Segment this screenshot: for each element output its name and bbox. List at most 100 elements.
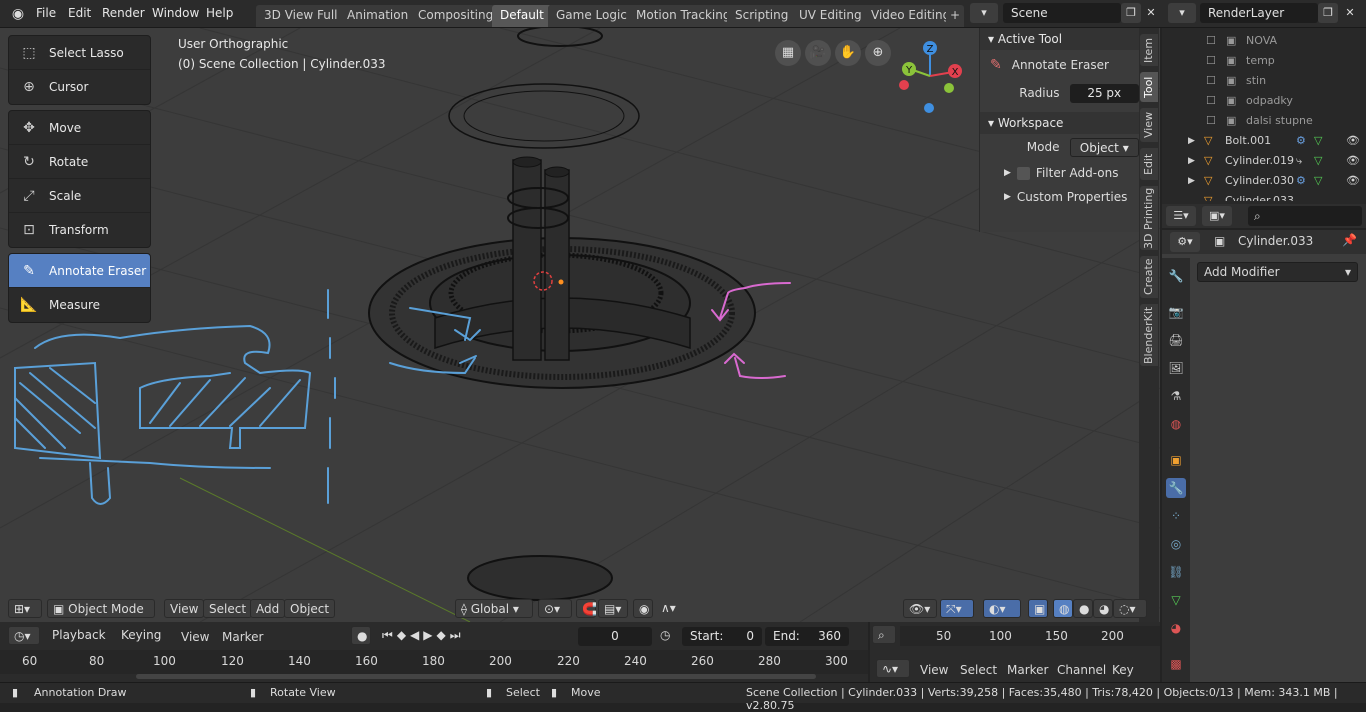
tab-3d-printing[interactable]: 3D Printing [1140, 186, 1158, 250]
tool-settings-icon[interactable]: 🔧 [1166, 266, 1186, 286]
view-layer-icon[interactable]: 🖼 [1166, 358, 1186, 378]
tool-annotate-eraser[interactable]: ✎ Annotate Eraser [9, 254, 150, 288]
render-icon[interactable]: 📷 [1166, 302, 1186, 322]
pan-view-icon[interactable]: ✋ [835, 40, 861, 66]
list-item[interactable]: ☐ ▣ stin [1162, 71, 1366, 91]
render-layer-field[interactable]: RenderLayer [1200, 3, 1318, 23]
timeline-view-menu[interactable]: View [181, 630, 209, 644]
start-frame-field[interactable]: Start: 0 [682, 627, 762, 646]
constraints-icon[interactable]: ⛓ [1166, 562, 1186, 582]
playback-menu[interactable]: Playback ▾ [47, 626, 115, 661]
tab-video-editing[interactable]: Video Editing [863, 5, 959, 27]
graph-ruler[interactable]: 50 100 150 200 [900, 626, 1160, 646]
outliner-search-input[interactable]: ⌕ [1248, 206, 1362, 226]
object-menu[interactable]: Object [284, 599, 336, 618]
expand-arrow-icon[interactable]: ▶ [1188, 131, 1195, 151]
texture-icon[interactable]: ▩ [1166, 654, 1186, 674]
tool-cursor[interactable]: ⊕ Cursor [9, 70, 150, 104]
zoom-view-icon[interactable]: ⊕ [865, 40, 891, 66]
tab-view[interactable]: View [1140, 108, 1158, 142]
snap-icon[interactable]: 🧲 [576, 599, 597, 618]
camera-view-icon[interactable]: 🎥 [805, 40, 831, 66]
graph-editor-type-icon[interactable]: ∿▾ [876, 659, 910, 678]
add-workspace-button[interactable]: + [946, 5, 965, 27]
xray-icon[interactable]: ▣ [1028, 599, 1048, 618]
tab-item[interactable]: Item [1140, 34, 1158, 66]
gizmo-neg-x-icon[interactable] [899, 80, 909, 90]
display-mode-icon[interactable]: ▣▾ [1202, 206, 1232, 226]
checkbox-icon[interactable]: ☐ [1206, 91, 1216, 111]
object-icon[interactable]: ▣ [1166, 450, 1186, 470]
tool-measure[interactable]: 📐 Measure [9, 288, 150, 322]
visibility-icon[interactable]: 👁▾ [903, 599, 937, 618]
tool-transform[interactable]: ⊡ Transform [9, 213, 150, 247]
modifier-icon[interactable]: 🔧 [1166, 478, 1186, 498]
graph-search-icon[interactable]: ⌕ [872, 625, 896, 644]
editor-type-icon[interactable]: ⊞▾ [8, 599, 42, 618]
end-frame-field[interactable]: End: 360 [765, 627, 849, 646]
tab-motion-tracking[interactable]: Motion Tracking [628, 5, 739, 27]
mode-dropdown[interactable]: Object ▾ [1069, 137, 1139, 157]
rendered-shading-icon[interactable]: ◌▾ [1113, 599, 1147, 618]
checkbox-icon[interactable]: ☐ [1206, 51, 1216, 71]
material-shading-icon[interactable]: ◕ [1093, 599, 1113, 618]
particles-icon[interactable]: ⁘ [1166, 506, 1186, 526]
prev-keyframe-icon[interactable]: ◆ [397, 628, 410, 642]
expand-arrow-icon[interactable]: ▶ [1188, 151, 1195, 171]
gizmo-toggle-icon[interactable]: ⤧▾ [940, 599, 974, 618]
tab-blenderkit[interactable]: BlenderKit [1140, 304, 1158, 366]
tab-uv-editing[interactable]: UV Editing [791, 5, 870, 27]
graph-marker-menu[interactable]: Marker [1007, 663, 1048, 677]
list-item[interactable]: ▶ ▽ Cylinder.019 ⤷ ▽ 👁 [1162, 151, 1366, 171]
timeline-editor-type-icon[interactable]: ◷▾ [8, 626, 40, 645]
filter-addons-row[interactable]: ▶ Filter Add-ons [980, 160, 1139, 186]
eye-icon[interactable]: 👁 [1346, 131, 1360, 151]
new-render-layer-icon[interactable]: ❐ [1318, 3, 1338, 23]
graph-view-menu[interactable]: View [920, 663, 948, 677]
delete-render-layer-icon[interactable]: ✕ [1340, 3, 1360, 23]
add-menu[interactable]: Add [250, 599, 286, 618]
outliner-editor-type-icon[interactable]: ☰▾ [1166, 206, 1196, 226]
gizmo-neg-z-icon[interactable] [924, 103, 934, 113]
falloff-icon[interactable]: ∧▾ [656, 599, 684, 618]
tab-tool[interactable]: Tool [1140, 72, 1158, 102]
eye-icon[interactable]: 👁 [1346, 151, 1360, 171]
add-modifier-dropdown[interactable]: Add Modifier ▾ [1197, 262, 1358, 282]
keying-menu[interactable]: Keying ▾ [116, 626, 174, 661]
menu-help[interactable]: Help [206, 6, 233, 20]
graph-key-menu[interactable]: Key [1112, 663, 1134, 677]
list-item[interactable]: ☐ ▣ dalsi stupne [1162, 111, 1366, 131]
list-item[interactable]: ☐ ▣ odpadky [1162, 91, 1366, 111]
view-menu[interactable]: View [164, 599, 205, 618]
orientation-dropdown[interactable]: ⟠ Global ▾ [455, 599, 533, 618]
list-item[interactable]: ▽ Cylinder.033 [1162, 191, 1366, 201]
proportional-edit-icon[interactable]: ◉ [633, 599, 653, 618]
tool-select-lasso[interactable]: ⬚ Select Lasso [9, 36, 150, 70]
snap-target-icon[interactable]: ▤▾ [598, 599, 628, 618]
tab-compositing[interactable]: Compositing [410, 5, 502, 27]
scene-icon[interactable]: ⚗ [1166, 386, 1186, 406]
graph-select-menu[interactable]: Select [960, 663, 997, 677]
physics-icon[interactable]: ◎ [1166, 534, 1186, 554]
filter-addons-checkbox[interactable] [1016, 166, 1030, 180]
scene-name-field[interactable]: Scene [1003, 3, 1121, 23]
wireframe-shading-icon[interactable]: ◍ [1053, 599, 1073, 618]
material-icon[interactable]: ◕ [1166, 618, 1186, 638]
blender-logo-icon[interactable]: ◉ [8, 5, 28, 23]
next-keyframe-icon[interactable]: ◆ [437, 628, 450, 642]
pivot-icon[interactable]: ⊙▾ [538, 599, 572, 618]
output-icon[interactable]: 🖨 [1166, 330, 1186, 350]
radius-field[interactable]: 25 px [1069, 83, 1139, 103]
tab-scripting[interactable]: Scripting [727, 5, 797, 27]
clock-icon[interactable]: ◷ [660, 628, 670, 642]
menu-edit[interactable]: Edit [68, 6, 91, 20]
menu-file[interactable]: File [36, 6, 56, 20]
checkbox-icon[interactable]: ☐ [1206, 111, 1216, 131]
tab-game-logic[interactable]: Game Logic [548, 5, 635, 27]
record-icon[interactable]: ● [351, 626, 371, 645]
jump-start-icon[interactable]: ⏮ [382, 628, 397, 642]
render-layer-icon[interactable]: ▾ [1168, 3, 1196, 23]
tab-create[interactable]: Create [1140, 256, 1158, 298]
toggle-grid-icon[interactable]: ▦ [775, 40, 801, 66]
active-tool-header[interactable]: ▾ Active Tool [980, 28, 1139, 50]
